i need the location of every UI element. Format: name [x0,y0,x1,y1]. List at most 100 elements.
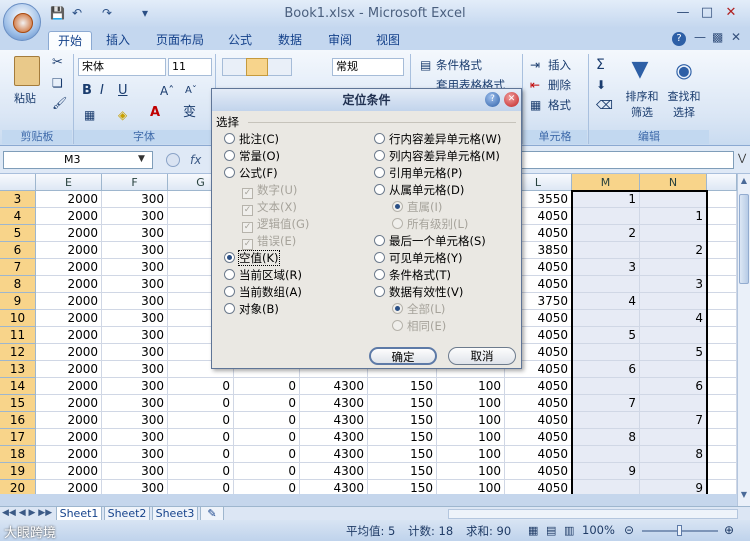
formula-bar-handle-icon[interactable] [166,153,180,167]
cell-f11[interactable]: 300 [102,327,168,344]
cell-filler[interactable] [707,191,737,208]
radio-icon[interactable] [224,286,235,297]
cell-e15[interactable]: 2000 [36,395,102,412]
option-right-2[interactable]: 引用单元格(P) [374,165,462,181]
option-left-0[interactable]: 批注(C) [224,131,279,147]
cell-f20[interactable]: 300 [102,480,168,494]
cell-l18[interactable]: 4050 [505,446,572,463]
cell-i15[interactable]: 4300 [300,395,368,412]
workbook-close-icon[interactable]: ✕ [731,30,741,44]
font-size-select[interactable]: 11 [168,58,212,76]
insert-cells-icon[interactable]: ⇥ [530,58,540,72]
row-header-11[interactable]: 11 [0,327,36,344]
row-header-6[interactable]: 6 [0,242,36,259]
insert-function-icon[interactable]: fx [190,150,210,170]
close-button[interactable]: ✕ [720,4,742,22]
zoom-level[interactable]: 100% [582,523,615,537]
tab-review[interactable]: 审阅 [320,31,360,50]
option-right-8[interactable]: 条件格式(T) [374,267,451,283]
tab-formulas[interactable]: 公式 [220,31,260,50]
cell-f10[interactable]: 300 [102,310,168,327]
cell-f6[interactable]: 300 [102,242,168,259]
cell-filler[interactable] [707,276,737,293]
select-all-corner[interactable] [0,174,36,191]
grow-font-icon[interactable]: Aˆ [160,84,174,98]
help-icon[interactable]: ? [672,32,686,46]
row-header-8[interactable]: 8 [0,276,36,293]
format-cells-button[interactable]: 格式 [548,98,571,112]
scroll-down-icon[interactable]: ▼ [739,490,749,504]
paste-icon[interactable] [14,56,40,86]
cell-g20[interactable]: 0 [168,480,234,494]
radio-icon[interactable] [374,286,385,297]
cell-g19[interactable]: 0 [168,463,234,480]
cell-filler[interactable] [707,361,737,378]
cell-h14[interactable]: 0 [234,378,300,395]
option-right-3[interactable]: 从属单元格(D) [374,182,464,198]
option-right-7[interactable]: 可见单元格(Y) [374,250,463,266]
cell-k16[interactable]: 100 [437,412,505,429]
row-header-17[interactable]: 17 [0,429,36,446]
cell-filler[interactable] [707,446,737,463]
cell-e16[interactable]: 2000 [36,412,102,429]
cell-j20[interactable]: 150 [368,480,437,494]
page-layout-view-icon[interactable]: ▤ [546,524,556,537]
shrink-font-icon[interactable]: Aˇ [185,84,197,98]
align-middle-button[interactable] [246,58,268,76]
cell-filler[interactable] [707,378,737,395]
cell-f13[interactable]: 300 [102,361,168,378]
cell-e10[interactable]: 2000 [36,310,102,327]
cell-filler[interactable] [707,259,737,276]
cell-l16[interactable]: 4050 [505,412,572,429]
sheet-nav-first-icon[interactable]: ◀◀ ◀ ▶ ▶▶ [2,507,52,520]
cell-e12[interactable]: 2000 [36,344,102,361]
cell-j19[interactable]: 150 [368,463,437,480]
minimize-button[interactable]: — [672,4,694,22]
cell-k19[interactable]: 100 [437,463,505,480]
cell-i16[interactable]: 4300 [300,412,368,429]
cell-f8[interactable]: 300 [102,276,168,293]
cell-f12[interactable]: 300 [102,344,168,361]
cell-j16[interactable]: 150 [368,412,437,429]
cell-f9[interactable]: 300 [102,293,168,310]
column-header-f[interactable]: F [102,174,168,191]
option-left-8[interactable]: 当前区域(R) [224,267,302,283]
cell-g17[interactable]: 0 [168,429,234,446]
cell-e18[interactable]: 2000 [36,446,102,463]
option-left-9[interactable]: 当前数组(A) [224,284,302,300]
radio-icon[interactable] [374,133,385,144]
cell-l14[interactable]: 4050 [505,378,572,395]
radio-icon[interactable] [374,235,385,246]
cell-filler[interactable] [707,463,737,480]
find-select-button[interactable]: 查找和 [664,90,704,104]
cell-j15[interactable]: 150 [368,395,437,412]
bold-button[interactable]: B [82,84,92,98]
autosum-icon[interactable]: Σ [596,58,605,72]
ribbon-minimize-icon[interactable]: — [694,30,706,44]
cell-f5[interactable]: 300 [102,225,168,242]
tab-page-layout[interactable]: 页面布局 [148,31,212,50]
column-header-e[interactable]: E [36,174,102,191]
undo-icon[interactable]: ↶ [70,6,84,20]
cell-e9[interactable]: 2000 [36,293,102,310]
cell-filler[interactable] [707,412,737,429]
borders-icon[interactable]: ▦ [84,108,95,122]
row-header-5[interactable]: 5 [0,225,36,242]
cell-f19[interactable]: 300 [102,463,168,480]
delete-cells-icon[interactable]: ⇤ [530,78,540,92]
cell-k14[interactable]: 100 [437,378,505,395]
scroll-thumb[interactable] [739,194,749,284]
zoom-out-icon[interactable]: ⊝ [624,523,634,537]
format-painter-icon[interactable]: 🖌 [52,96,67,110]
row-header-14[interactable]: 14 [0,378,36,395]
option-left-2[interactable]: 公式(F) [224,165,278,181]
cell-e7[interactable]: 2000 [36,259,102,276]
sort-filter-icon[interactable]: ▼ [628,56,652,84]
save-icon[interactable]: 💾 [50,6,65,20]
cell-f7[interactable]: 300 [102,259,168,276]
radio-icon[interactable] [374,184,385,195]
cell-l15[interactable]: 4050 [505,395,572,412]
cell-e3[interactable]: 2000 [36,191,102,208]
cell-j18[interactable]: 150 [368,446,437,463]
cell-e6[interactable]: 2000 [36,242,102,259]
